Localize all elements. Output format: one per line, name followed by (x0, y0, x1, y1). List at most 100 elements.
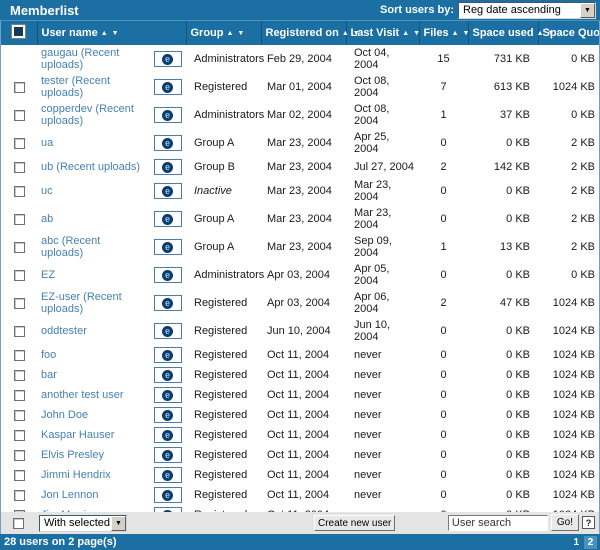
user-profile-button[interactable]: e (154, 447, 182, 463)
space-quota-cell: 0 KB (538, 45, 599, 73)
profile-button-cell: e (149, 485, 186, 505)
user-profile-button[interactable]: e (154, 367, 182, 383)
row-checkbox[interactable] (14, 450, 25, 461)
row-checkbox[interactable] (14, 410, 25, 421)
user-profile-button[interactable]: e (154, 239, 182, 255)
sort-users-select[interactable]: Reg date ascending ▼ (458, 2, 596, 19)
sort-ascending-icon[interactable]: ▲ (101, 30, 109, 37)
space-used-cell: 13 KB (468, 233, 538, 261)
username-link[interactable]: tester (Recent uploads) (41, 75, 110, 99)
row-checkbox[interactable] (14, 162, 25, 173)
username-link[interactable]: Jon Lennon (41, 489, 99, 501)
create-new-user-button[interactable]: Create new user (314, 515, 395, 531)
user-row: Jon LennoneRegisteredOct 11, 2004never00… (1, 485, 599, 505)
username-link[interactable]: ub (Recent uploads) (41, 161, 140, 173)
sort-descending-icon[interactable]: ▼ (413, 30, 421, 37)
registered-on-cell: Oct 11, 2004 (261, 505, 346, 512)
sort-ascending-icon[interactable]: ▲ (227, 30, 235, 37)
last-visit-cell: never (346, 345, 419, 365)
user-profile-button[interactable]: e (154, 211, 182, 227)
space-quota-cell: 2 KB (538, 129, 599, 157)
row-checkbox[interactable] (14, 470, 25, 481)
sort-descending-icon[interactable]: ▼ (462, 30, 470, 37)
user-profile-button[interactable]: e (154, 79, 182, 95)
chevron-down-icon[interactable]: ▼ (111, 516, 126, 531)
user-profile-button[interactable]: e (154, 183, 182, 199)
space-used-cell: 0 KB (468, 177, 538, 205)
sort-ascending-icon[interactable]: ▲ (537, 30, 545, 37)
user-profile-button[interactable]: e (154, 407, 182, 423)
row-checkbox[interactable] (14, 214, 25, 225)
row-checkbox[interactable] (14, 350, 25, 361)
username-link[interactable]: ua (41, 137, 53, 149)
row-checkbox[interactable] (14, 110, 25, 121)
row-checkbox[interactable] (14, 82, 25, 93)
profile-button-cell: e (149, 385, 186, 405)
sort-ascending-icon[interactable]: ▲ (452, 30, 460, 37)
user-profile-icon: e (162, 390, 173, 401)
user-profile-button[interactable]: e (154, 347, 182, 363)
user-row: another test usereRegisteredOct 11, 2004… (1, 385, 599, 405)
sort-ascending-icon[interactable]: ▲ (342, 30, 350, 37)
username-link[interactable]: bar (41, 369, 57, 381)
username-link[interactable]: foo (41, 349, 56, 361)
user-profile-button[interactable]: e (154, 135, 182, 151)
go-button[interactable]: Go! (551, 514, 579, 531)
username-link[interactable]: another test user (41, 389, 124, 401)
user-profile-button[interactable]: e (154, 51, 182, 67)
user-profile-button[interactable]: e (154, 107, 182, 123)
column-header-group[interactable]: Group▲ ▼ (186, 21, 261, 45)
username-link[interactable]: EZ-user (Recent uploads) (41, 291, 122, 315)
user-profile-button[interactable]: e (154, 467, 182, 483)
username-link[interactable]: EZ (41, 269, 55, 281)
user-profile-button[interactable]: e (154, 323, 182, 339)
user-profile-icon: e (162, 326, 173, 337)
sort-descending-icon[interactable]: ▼ (237, 30, 245, 37)
row-checkbox[interactable] (14, 390, 25, 401)
row-checkbox[interactable] (14, 270, 25, 281)
column-header-files[interactable]: Files▲ ▼ (419, 21, 468, 45)
row-checkbox[interactable] (14, 138, 25, 149)
column-header-user-name[interactable]: User name▲ ▼ (37, 21, 186, 45)
sort-ascending-icon[interactable]: ▲ (402, 30, 410, 37)
files-cell: 0 (419, 317, 468, 345)
row-checkbox[interactable] (14, 186, 25, 197)
user-profile-button[interactable]: e (154, 159, 182, 175)
username-link[interactable]: gaugau (Recent uploads) (41, 47, 119, 71)
username-link[interactable]: oddtester (41, 325, 87, 337)
username-link[interactable]: copperdev (Recent uploads) (41, 103, 134, 127)
row-checkbox[interactable] (14, 298, 25, 309)
sort-descending-icon[interactable]: ▼ (548, 30, 556, 37)
group-cell: Group A (186, 205, 261, 233)
row-checkbox[interactable] (14, 326, 25, 337)
row-checkbox[interactable] (14, 490, 25, 501)
page-link[interactable]: 2 (584, 536, 597, 549)
user-search-input[interactable] (448, 515, 548, 531)
column-header-registered-on[interactable]: Registered on▲ ▼ (261, 21, 346, 45)
user-profile-button[interactable]: e (154, 487, 182, 503)
sort-descending-icon[interactable]: ▼ (353, 30, 361, 37)
username-link[interactable]: ab (41, 213, 53, 225)
username-cell: tester (Recent uploads) (37, 73, 149, 101)
username-link[interactable]: Kaspar Hauser (41, 429, 114, 441)
user-profile-button[interactable]: e (154, 267, 182, 283)
username-link[interactable]: Elvis Presley (41, 449, 104, 461)
username-link[interactable]: Jimmi Hendrix (41, 469, 111, 481)
with-selected-select[interactable]: With selected: ▼ (39, 515, 127, 532)
select-all-checkbox[interactable] (12, 25, 25, 38)
row-checkbox-cell (1, 365, 37, 385)
username-link[interactable]: uc (41, 185, 53, 197)
chevron-down-icon[interactable]: ▼ (580, 3, 595, 18)
footer-select-checkbox[interactable] (13, 518, 24, 529)
column-header-space-used[interactable]: Space used▲ ▼ (468, 21, 538, 45)
row-checkbox[interactable] (14, 430, 25, 441)
user-profile-button[interactable]: e (154, 427, 182, 443)
user-profile-button[interactable]: e (154, 295, 182, 311)
username-link[interactable]: John Doe (41, 409, 88, 421)
row-checkbox[interactable] (14, 242, 25, 253)
row-checkbox[interactable] (14, 370, 25, 381)
user-profile-button[interactable]: e (154, 387, 182, 403)
sort-descending-icon[interactable]: ▼ (112, 30, 120, 37)
username-link[interactable]: abc (Recent uploads) (41, 235, 100, 259)
help-icon[interactable]: ? (582, 516, 595, 529)
